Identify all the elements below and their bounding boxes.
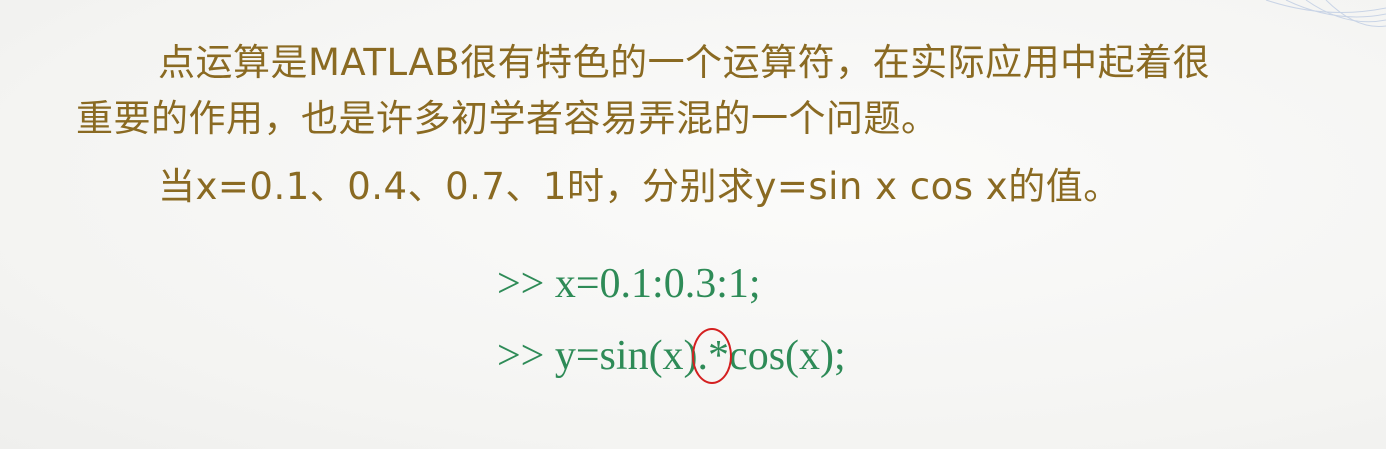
code-line-2: >> y=sin(x).*cos(x); [497,328,846,384]
code-line-2-prefix: >> y=sin(x) [497,333,698,379]
paragraph-line-2: 重要的作用，也是许多初学者容易弄混的一个问题。 [76,97,939,140]
code-line-1: >> x=0.1:0.3:1; [497,261,761,307]
corner-decoration [1265,0,1386,27]
problem-statement: 当x=0.1、0.4、0.7、1时，分别求y=sin x cos x的值。 [158,165,1121,208]
dot-operator: .* [697,333,730,379]
dot-operator-highlight: .* [691,328,732,384]
slide: 点运算是MATLAB很有特色的一个运算符，在实际应用中起着很 重要的作用，也是许… [0,0,1386,449]
code-line-2-suffix: cos(x); [729,333,846,379]
paragraph-line-1: 点运算是MATLAB很有特色的一个运算符，在实际应用中起着很 [158,41,1211,84]
